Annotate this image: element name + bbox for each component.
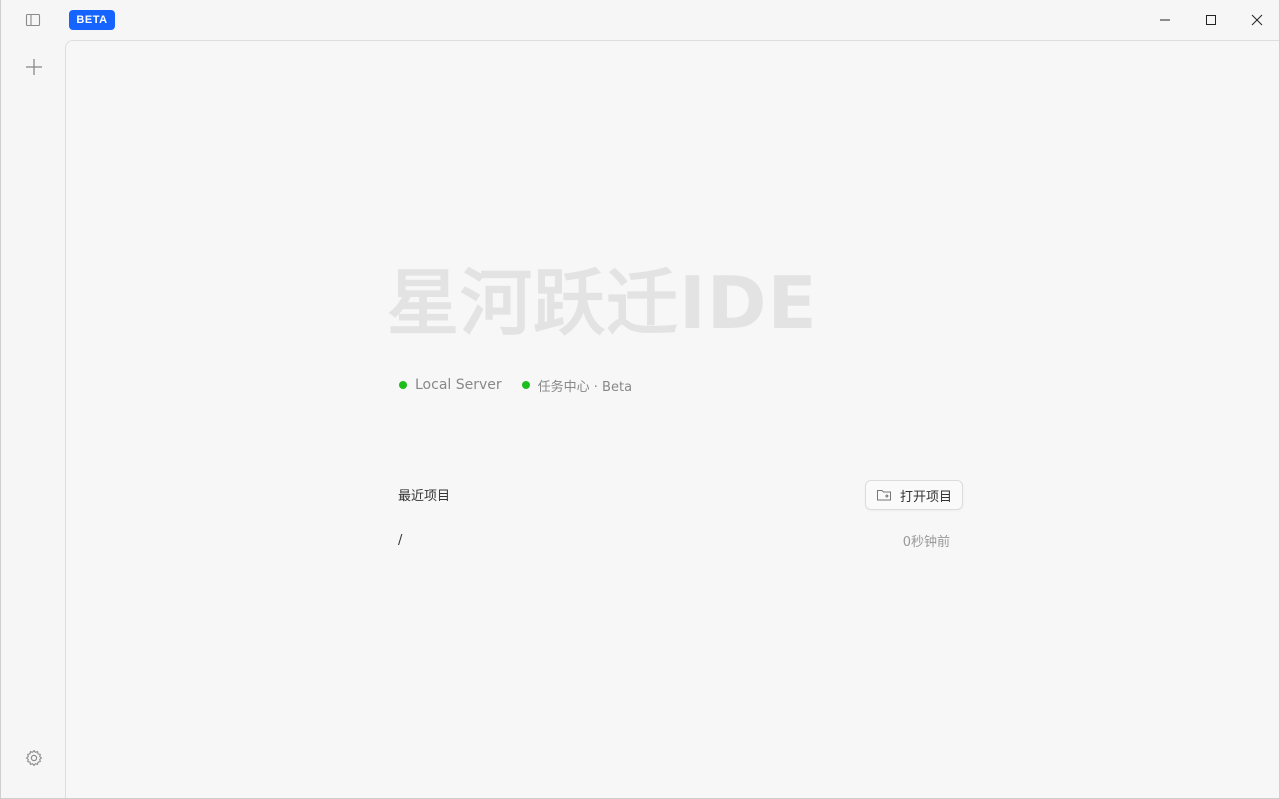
beta-badge: BETA	[69, 10, 115, 30]
recent-project-item[interactable]: / 0秒钟前	[398, 529, 950, 551]
status-dot	[521, 381, 530, 389]
maximize-button[interactable]	[1196, 8, 1226, 32]
hero-title: 星河跃迁IDE	[387, 261, 818, 345]
status-task-center: 任务中心 · Beta	[521, 376, 633, 395]
open-project-button[interactable]: 打开项目	[865, 480, 963, 510]
status-local-server: Local Server	[399, 377, 502, 393]
recent-projects-title: 最近项目	[398, 489, 451, 504]
app-window: BETA 星河跃迁IDE Local Server 任务中心 · Beta 最近…	[0, 0, 1280, 799]
minimize-button[interactable]	[1150, 8, 1180, 32]
main-panel: 星河跃迁IDE Local Server 任务中心 · Beta 最近项目 打开…	[65, 40, 1279, 798]
close-icon	[1251, 14, 1263, 26]
recent-project-time: 0秒钟前	[902, 534, 950, 550]
status-label: 任务中心 · Beta	[537, 379, 633, 395]
title-bar: BETA	[1, 0, 1279, 40]
gear-icon[interactable]	[24, 748, 44, 768]
open-project-label: 打开项目	[899, 489, 952, 505]
status-row: Local Server 任务中心 · Beta	[399, 375, 632, 395]
status-label: Local Server	[415, 377, 502, 393]
minimize-icon	[1160, 19, 1170, 21]
close-button[interactable]	[1242, 8, 1272, 32]
status-dot	[399, 381, 407, 389]
maximize-icon	[1206, 15, 1216, 25]
left-rail	[1, 40, 65, 798]
plus-icon[interactable]	[24, 57, 44, 77]
recent-project-path: /	[398, 532, 403, 548]
sidebar-toggle-icon[interactable]	[25, 12, 41, 28]
folder-icon	[876, 490, 891, 501]
